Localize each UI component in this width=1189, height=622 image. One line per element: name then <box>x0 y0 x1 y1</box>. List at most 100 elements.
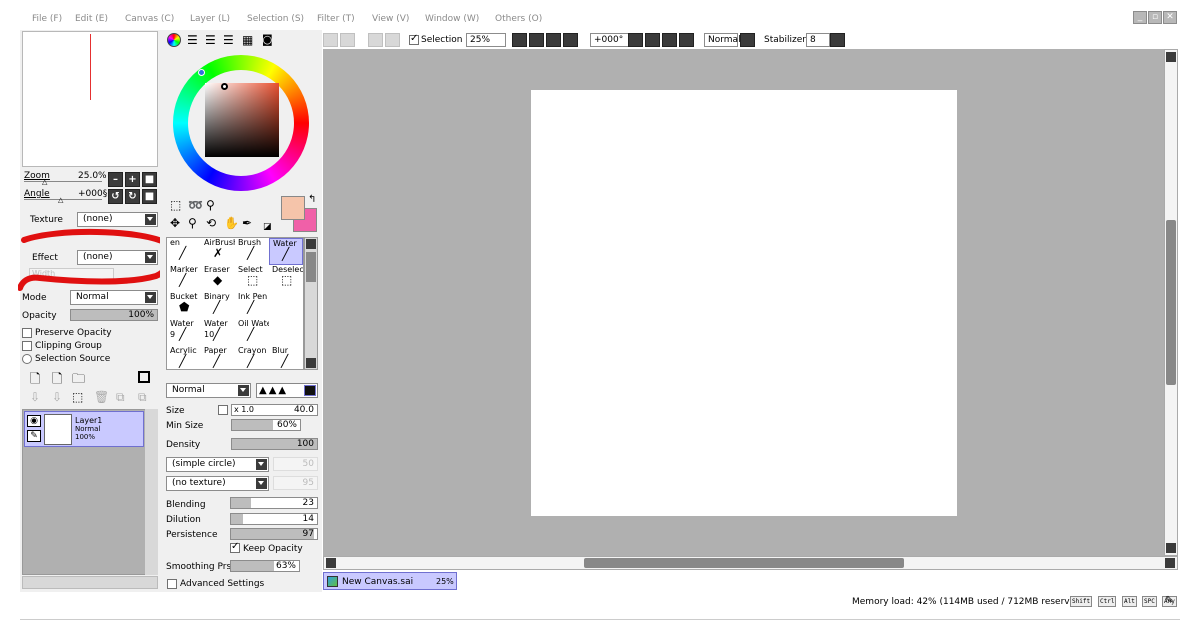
toolbar-angle-field[interactable]: +000° <box>590 33 630 47</box>
tool-bucket[interactable]: Bucket ⬟ <box>167 292 201 319</box>
tool-oilwater[interactable]: Oil Wate ╱ <box>235 319 269 346</box>
brush-shape-presets[interactable]: ▲▲▲ <box>256 383 318 398</box>
tool-inkpen[interactable]: Ink Pen ╱ <box>235 292 269 319</box>
blending-slider[interactable]: 23 <box>230 497 318 509</box>
tool-crayon[interactable]: Crayon ╱ <box>235 346 269 373</box>
tool-water[interactable]: Water ╱ <box>269 238 303 265</box>
tool-airbrush[interactable]: AirBrush ✗ <box>201 238 235 265</box>
layer-list-scrollbar[interactable] <box>145 409 158 575</box>
scratchpad-tab-icon[interactable]: ◙ <box>262 33 273 46</box>
brush-blend-select[interactable]: Normal <box>166 383 251 398</box>
angle-slider-thumb-icon[interactable]: △ <box>58 196 63 204</box>
brush-shape-select[interactable]: (simple circle) <box>166 457 269 472</box>
layer-mask-icon[interactable] <box>138 371 150 383</box>
zoom-reset-button[interactable]: ■ <box>142 172 157 187</box>
density-slider[interactable]: 100 <box>231 438 318 450</box>
new-linework-layer-icon[interactable]: 🗋 <box>52 370 62 392</box>
tool-paper[interactable]: Paper ╱ <box>201 346 235 373</box>
menu-view[interactable]: View (V) <box>372 14 409 24</box>
toolbar-zoom-out-button[interactable] <box>529 33 544 47</box>
new-folder-icon[interactable]: 🗀 <box>72 370 85 392</box>
close-icon[interactable]: ✕ <box>1163 11 1177 24</box>
toolbar-rotate-right-button[interactable] <box>662 33 677 47</box>
layer-list-hscrollbar[interactable] <box>22 576 158 589</box>
menu-window[interactable]: Window (W) <box>425 14 479 24</box>
advanced-settings-checkbox[interactable] <box>167 579 177 589</box>
menu-edit[interactable]: Edit (E) <box>75 14 108 24</box>
size-lock-icon[interactable] <box>218 405 228 415</box>
brush-lock-icon[interactable]: ✎ <box>27 430 41 442</box>
hue-ring[interactable] <box>173 55 309 191</box>
redo-button[interactable] <box>340 33 355 47</box>
document-tab[interactable]: New Canvas.sai 25% <box>323 572 457 590</box>
toolbar-zoom-reset-button[interactable] <box>563 33 578 47</box>
eye-icon[interactable]: ◉ <box>27 415 41 427</box>
min-size-slider[interactable]: 60% <box>231 419 301 431</box>
brush-texture-select[interactable]: (no texture) <box>166 476 269 491</box>
persistence-slider[interactable]: 97 <box>230 528 318 540</box>
opacity-slider[interactable]: 100% <box>70 309 158 321</box>
rotate-left-button[interactable]: ↺ <box>108 189 123 204</box>
tool-water9[interactable]: Water ╱ 9 <box>167 319 201 346</box>
transparent-color-icon[interactable]: ◪ <box>263 222 272 232</box>
swap-colors-icon[interactable]: ↰ <box>308 194 316 205</box>
menu-layer[interactable]: Layer (L) <box>190 14 230 24</box>
zoom-tool-icon[interactable]: ⚲ <box>188 216 197 230</box>
tool-blur[interactable]: Blur ╱ <box>269 346 303 373</box>
stabilizer-dropdown[interactable] <box>830 33 845 47</box>
toolbar-zoom-in-button[interactable] <box>546 33 561 47</box>
texture-select[interactable]: (none) <box>77 212 158 227</box>
minimize-icon[interactable]: _ <box>1133 11 1147 24</box>
canvas-vscrollbar[interactable] <box>1164 49 1178 556</box>
rotate-right-button[interactable]: ↻ <box>125 189 140 204</box>
canvas-viewport[interactable] <box>323 49 1164 556</box>
zoom-slider-thumb-icon[interactable]: △ <box>42 178 47 186</box>
tool-brush[interactable]: Brush ╱ <box>235 238 269 265</box>
menu-others[interactable]: Others (O) <box>495 14 542 24</box>
tool-select[interactable]: Select ⬚ <box>235 265 269 292</box>
tool-deselect[interactable]: Deselect⬚ <box>269 265 303 292</box>
undo-button[interactable] <box>323 33 338 47</box>
tool-water10[interactable]: Water ╱ 10 <box>201 319 235 346</box>
brush-edge-selected-icon[interactable] <box>304 385 316 396</box>
tool-grid-scrollbar[interactable] <box>304 237 318 370</box>
dilution-slider[interactable]: 14 <box>230 513 318 525</box>
mode-select[interactable]: Normal <box>70 290 158 305</box>
tool-marker[interactable]: Marker ╱ <box>167 265 201 292</box>
clipping-group-checkbox[interactable] <box>22 341 32 351</box>
tool-acrylic[interactable]: Acrylic ╱ <box>167 346 201 373</box>
preserve-opacity-checkbox[interactable] <box>22 328 32 338</box>
menu-file[interactable]: File (F) <box>32 14 62 24</box>
color-wheel-tab-icon[interactable] <box>167 33 181 47</box>
size-slider[interactable]: x 1.0 40.0 <box>231 404 318 416</box>
new-layer-icon[interactable]: 🗋 <box>30 370 40 392</box>
smoothing-slider[interactable]: 63% <box>230 560 300 572</box>
zoom-in-button[interactable]: + <box>125 172 140 187</box>
saturation-value-square[interactable] <box>205 83 279 157</box>
tool-pen[interactable]: en ╱ <box>167 238 201 265</box>
canvas-hscrollbar[interactable] <box>323 556 1178 570</box>
menu-filter[interactable]: Filter (T) <box>317 14 355 24</box>
selection-source-radio[interactable] <box>22 354 32 364</box>
toolbar-angle-dropdown[interactable] <box>628 33 643 47</box>
zoom-out-button[interactable]: – <box>108 172 123 187</box>
hue-cursor[interactable] <box>198 69 205 76</box>
zoom-slider[interactable] <box>24 181 102 182</box>
eyedropper-icon[interactable]: ✒ <box>242 216 252 230</box>
toolbar-rotate-reset-button[interactable] <box>679 33 694 47</box>
move-icon[interactable]: ✥ <box>170 216 180 230</box>
toolbar-flip-button[interactable] <box>740 33 755 47</box>
menu-selection[interactable]: Selection (S) <box>247 14 304 24</box>
clear-layer-icon[interactable]: ⬚ <box>72 390 83 404</box>
rect-select-icon[interactable]: ⬚ <box>170 198 181 212</box>
toolbar-zoom-field[interactable]: 25% <box>466 33 506 47</box>
hsv-slider-tab-icon[interactable]: ☰ <box>205 33 216 47</box>
toolbar-blend-field[interactable]: Normal <box>704 33 741 47</box>
tool-eraser[interactable]: Eraser ◆ <box>201 265 235 292</box>
magic-wand-icon[interactable]: ⚲ <box>206 198 215 212</box>
layer-row[interactable]: ◉ ✎ Layer1 Normal 100% <box>24 411 144 447</box>
invert-selection-button[interactable] <box>385 33 400 47</box>
deselect-button[interactable] <box>368 33 383 47</box>
rotate-reset-button[interactable]: ■ <box>142 189 157 204</box>
primary-color-swatch[interactable] <box>281 196 305 220</box>
